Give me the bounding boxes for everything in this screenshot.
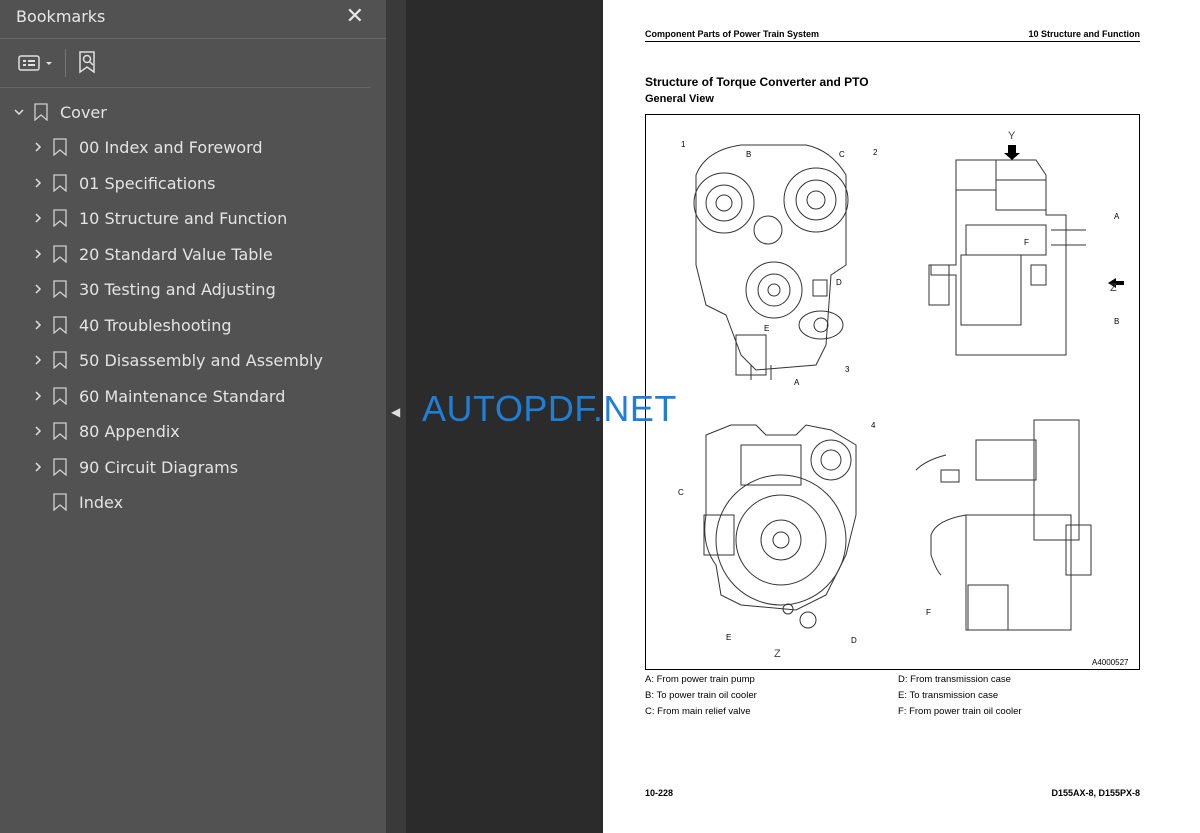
callout-b-right: B xyxy=(1114,317,1119,326)
bookmark-troubleshooting[interactable]: 40 Troubleshooting xyxy=(31,310,232,340)
view-label-y: Y xyxy=(1008,130,1016,142)
page-header-right: 10 Structure and Function xyxy=(1028,29,1140,39)
bookmark-icon xyxy=(53,493,69,511)
chevron-down-icon xyxy=(46,62,52,65)
callout-d: D xyxy=(836,278,842,287)
callout-f-bottom: F xyxy=(926,608,931,617)
bookmark-label: 10 Structure and Function xyxy=(79,208,288,228)
bookmarks-toolbar xyxy=(0,39,370,88)
legend-b: B: To power train oil cooler xyxy=(645,690,757,701)
bookmarks-header: Bookmarks ✕ xyxy=(0,0,386,39)
bookmark-label: 20 Standard Value Table xyxy=(79,244,273,264)
bookmark-label: 90 Circuit Diagrams xyxy=(79,457,239,477)
chevron-right-icon[interactable] xyxy=(31,247,45,261)
bookmark-circuit-diagrams[interactable]: 90 Circuit Diagrams xyxy=(31,452,238,482)
legend-f: F: From power train oil cooler xyxy=(898,706,1022,717)
list-options-button[interactable] xyxy=(18,49,54,77)
chevron-right-icon[interactable] xyxy=(31,318,45,332)
bookmarks-panel: Bookmarks ✕ Cover 00 Index and Foreword … xyxy=(0,0,386,833)
bookmark-cover[interactable]: Cover xyxy=(12,97,107,127)
legend-d: D: From transmission case xyxy=(898,674,1011,685)
bookmark-label: 30 Testing and Adjusting xyxy=(79,279,276,299)
chevron-right-icon[interactable] xyxy=(31,424,45,438)
bookmark-label: 01 Specifications xyxy=(79,173,216,193)
bookmark-specifications[interactable]: 01 Specifications xyxy=(31,168,216,198)
general-view-drawing: Y Z Z 1 2 3 4 A A B B C C D D E E F F A4… xyxy=(678,130,1129,667)
toolbar-divider xyxy=(65,49,66,77)
chevron-right-icon[interactable] xyxy=(31,176,45,190)
chevron-right-icon[interactable] xyxy=(31,282,45,296)
bookmark-label: 60 Maintenance Standard xyxy=(79,386,286,406)
bookmark-testing-adjusting[interactable]: 30 Testing and Adjusting xyxy=(31,274,276,304)
callout-e-bottom: E xyxy=(726,633,731,642)
bookmark-icon xyxy=(34,103,50,121)
callout-1: 1 xyxy=(681,140,686,149)
model-number: D155AX-8, D155PX-8 xyxy=(1051,788,1140,798)
chevron-down-icon[interactable] xyxy=(12,105,26,119)
bookmark-search-icon xyxy=(79,51,95,74)
callout-b: B xyxy=(746,150,751,159)
bookmark-label: 40 Troubleshooting xyxy=(79,315,232,335)
callout-f: F xyxy=(1024,238,1029,247)
section-subtitle: General View xyxy=(645,93,714,105)
chevron-right-icon[interactable] xyxy=(31,140,45,154)
callout-a-right: A xyxy=(1114,212,1120,221)
callout-d-bottom: D xyxy=(851,636,857,645)
bookmark-icon xyxy=(53,458,69,476)
page-header-left: Component Parts of Power Train System xyxy=(645,29,820,39)
close-icon[interactable]: ✕ xyxy=(346,4,364,29)
callout-2: 2 xyxy=(873,148,878,157)
callout-4: 4 xyxy=(871,421,876,430)
bookmark-appendix[interactable]: 80 Appendix xyxy=(31,416,180,446)
bookmark-label: 50 Disassembly and Assembly xyxy=(79,350,323,370)
bookmark-icon xyxy=(53,138,69,156)
bookmark-disassembly-assembly[interactable]: 50 Disassembly and Assembly xyxy=(31,345,323,375)
bookmark-icon xyxy=(53,316,69,334)
chevron-right-icon[interactable] xyxy=(31,460,45,474)
view-label-z-bottom: Z xyxy=(774,648,781,660)
bookmark-maintenance-standard[interactable]: 60 Maintenance Standard xyxy=(31,381,285,411)
bookmark-index-foreword[interactable]: 00 Index and Foreword xyxy=(31,132,263,162)
callout-e: E xyxy=(764,324,769,333)
chevron-right-icon[interactable] xyxy=(31,389,45,403)
bookmark-icon xyxy=(53,209,69,227)
callout-3: 3 xyxy=(845,365,850,374)
bookmark-icon xyxy=(53,245,69,263)
callout-c-bottom: C xyxy=(678,488,684,497)
bookmark-icon xyxy=(53,422,69,440)
chevron-right-icon[interactable] xyxy=(31,211,45,225)
bookmarks-title: Bookmarks xyxy=(16,7,106,26)
callout-c: C xyxy=(839,150,845,159)
bookmark-index[interactable]: Index xyxy=(45,487,123,517)
bookmark-label: 80 Appendix xyxy=(79,421,180,441)
bookmark-structure-function[interactable]: 10 Structure and Function xyxy=(31,203,287,233)
bookmark-icon xyxy=(53,351,69,369)
legend-c: C: From main relief valve xyxy=(645,706,751,717)
bookmark-standard-value-table[interactable]: 20 Standard Value Table xyxy=(31,239,273,269)
view-label-z: Z xyxy=(1110,282,1117,294)
figure-frame: Y Z Z 1 2 3 4 A A B B C C D D E E F F A4… xyxy=(645,114,1140,670)
list-options-icon xyxy=(18,55,40,71)
figure-id: A4000527 xyxy=(1092,658,1129,667)
bookmark-label: Cover xyxy=(60,102,107,122)
bookmark-label: Index xyxy=(79,492,124,512)
collapse-panel-icon[interactable]: ◀ xyxy=(391,405,400,419)
pdf-page: Component Parts of Power Train System 10… xyxy=(603,0,1200,833)
chevron-right-icon[interactable] xyxy=(31,353,45,367)
section-title: Structure of Torque Converter and PTO xyxy=(645,75,869,89)
legend-e: E: To transmission case xyxy=(898,690,999,701)
bookmark-icon xyxy=(53,387,69,405)
bookmark-search-button[interactable] xyxy=(77,49,99,77)
bookmark-label: 00 Index and Foreword xyxy=(79,137,263,157)
watermark-text: AUTOPDF.NET xyxy=(422,388,677,429)
page-number: 10-228 xyxy=(645,788,674,798)
legend-a: A: From power train pump xyxy=(645,674,755,685)
callout-a: A xyxy=(794,378,800,387)
bookmark-icon xyxy=(53,280,69,298)
bookmark-icon xyxy=(53,174,69,192)
header-rule xyxy=(645,41,1140,42)
